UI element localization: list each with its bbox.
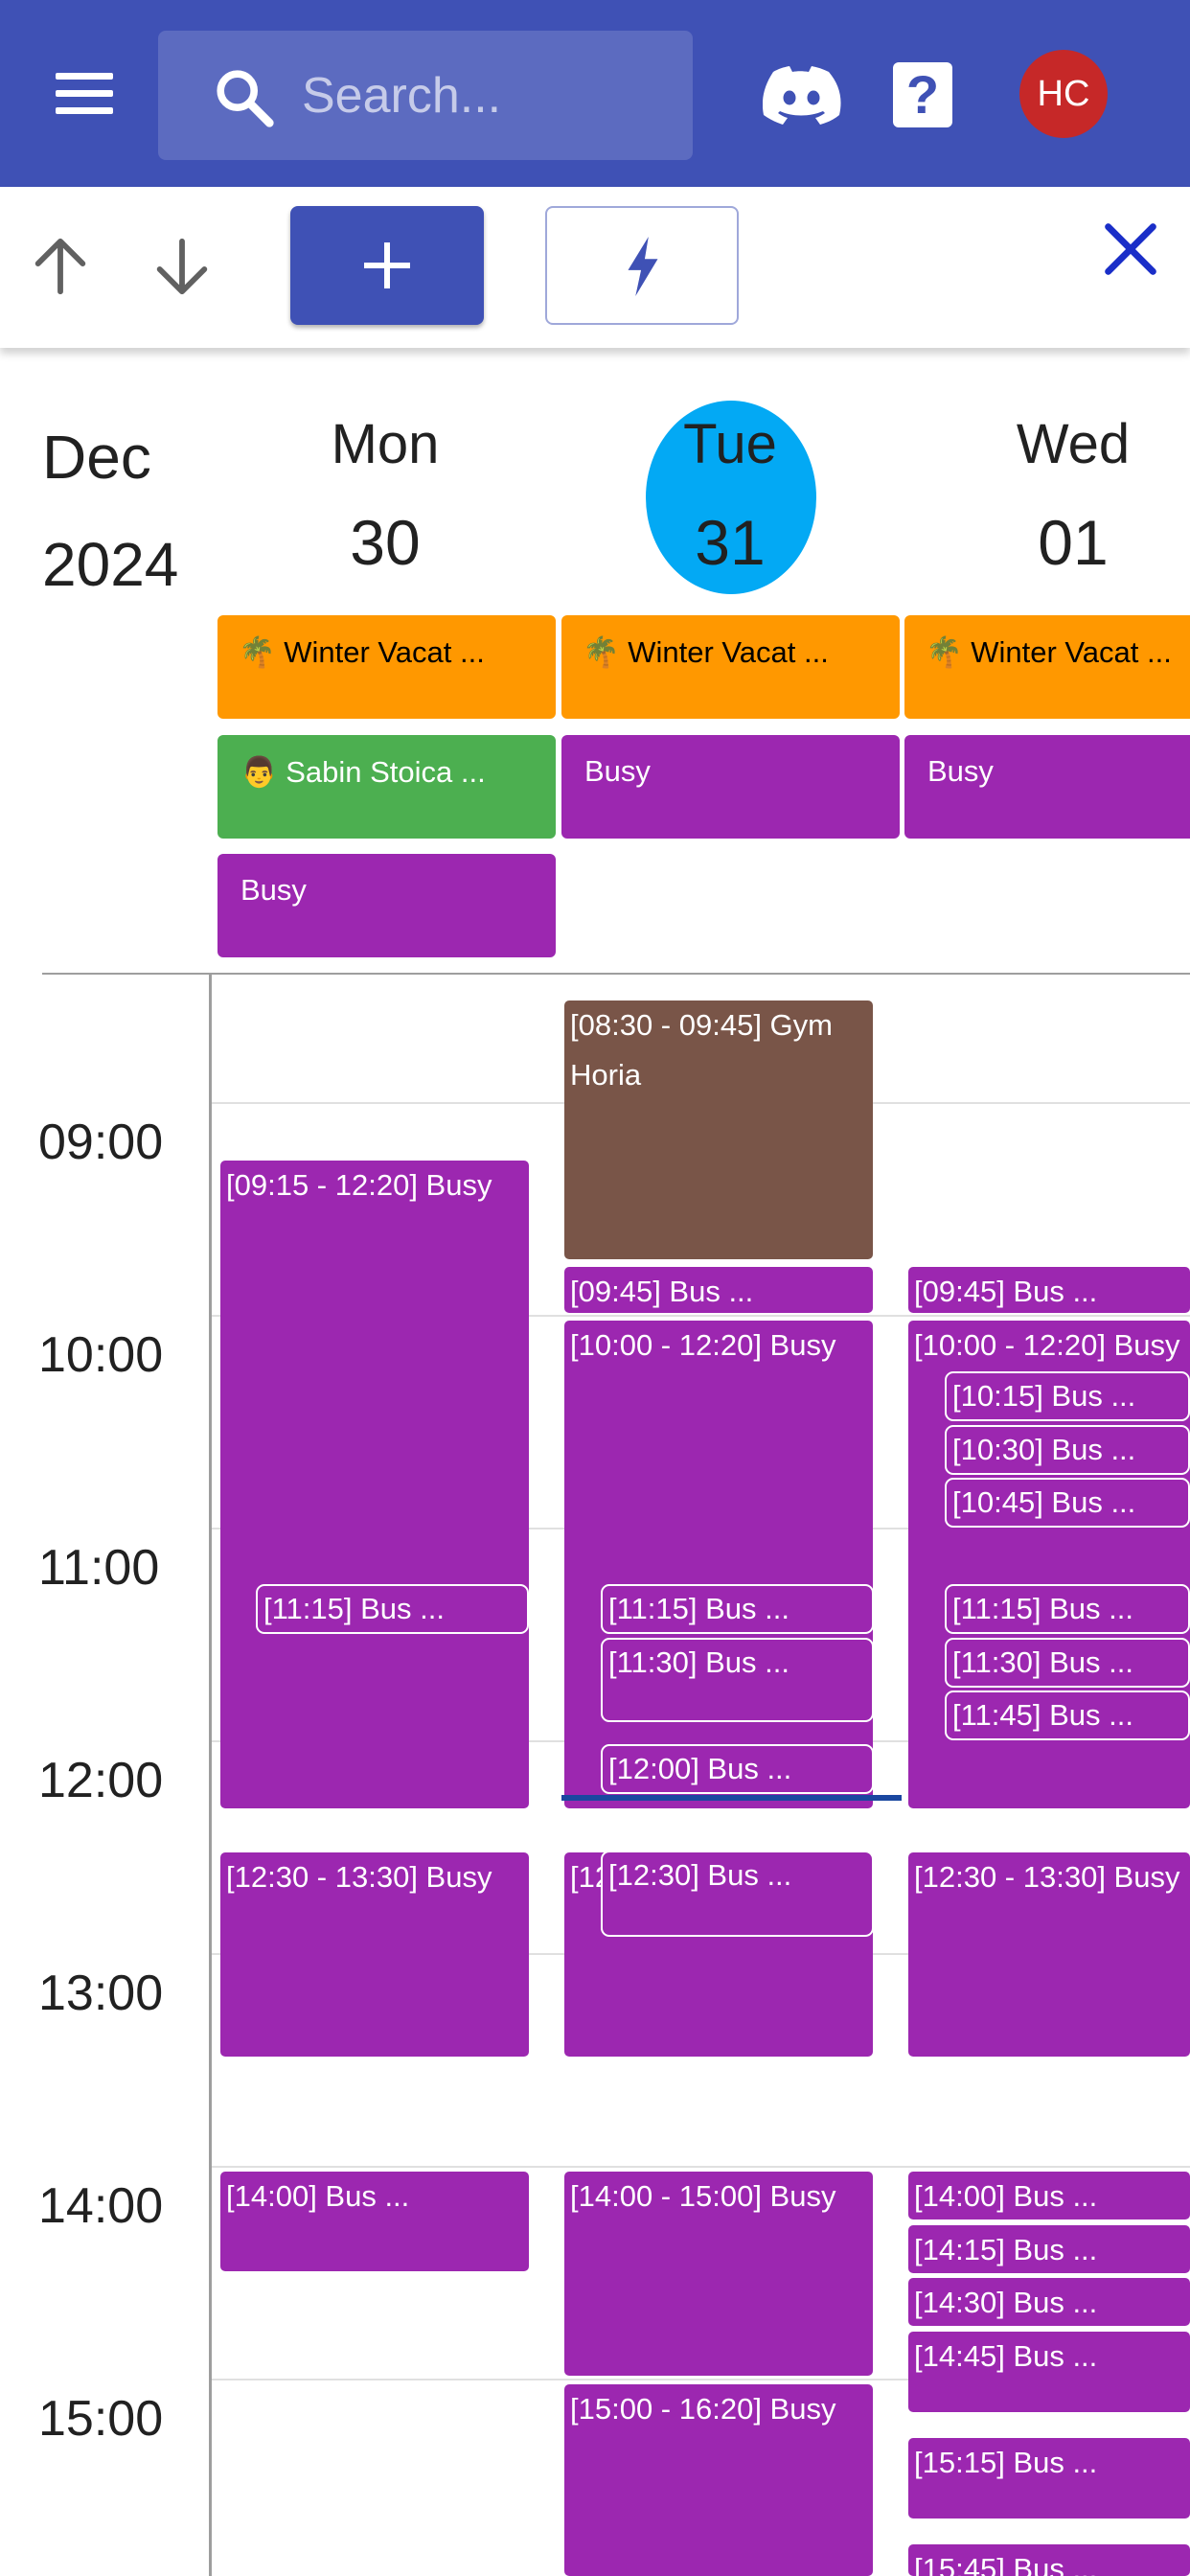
event[interactable]: [08:30 - 09:45] Gym Horia [564,1000,873,1259]
event[interactable]: [11:15] Bus ... [601,1584,874,1634]
close-icon[interactable] [1097,216,1164,283]
event[interactable]: [11:15] Bus ... [945,1584,1190,1634]
event[interactable]: [14:00] Bus ... [908,2172,1190,2220]
month-label: Dec [42,423,151,492]
hour-label: 15:00 [38,2391,164,2447]
all-day-event[interactable]: Busy [904,735,1190,839]
app-bar: ? HC [0,0,1190,187]
event[interactable]: [11:30] Bus ... [601,1638,874,1722]
event[interactable]: [10:45] Bus ... [945,1478,1190,1528]
toolbar [0,187,1190,348]
all-day-event[interactable]: 🌴 Winter Vacat ... [217,615,556,719]
search-box[interactable] [158,31,693,160]
event[interactable]: [14:45] Bus ... [908,2332,1190,2412]
help-icon[interactable]: ? [893,62,952,127]
all-day-event[interactable]: 🌴 Winter Vacat ... [561,615,900,719]
hour-label: 11:00 [38,1540,160,1596]
event[interactable]: [15:15] Bus ... [908,2438,1190,2518]
arrow-down-icon[interactable] [149,233,216,300]
hour-label: 14:00 [38,2178,164,2234]
hour-label: 10:00 [38,1327,164,1383]
event[interactable]: [10:00 - 12:20] Busy [564,1321,873,1808]
day-number-tue[interactable]: 31 [634,506,826,579]
event[interactable]: [11:45] Bus ... [945,1690,1190,1740]
event[interactable]: [12:30 - 13:30] Busy [220,1852,529,2057]
event[interactable]: [10:15] Bus ... [945,1371,1190,1421]
event[interactable]: [09:15 - 12:20] Busy [220,1161,529,1808]
current-time-indicator [561,1795,902,1801]
event[interactable]: [15:45] Bus ... [908,2544,1190,2576]
event[interactable]: [09:45] Bus ... [564,1267,873,1313]
day-name-wed[interactable]: Wed [977,412,1169,476]
lightning-icon [628,237,658,296]
hour-label: 09:00 [38,1115,164,1170]
event[interactable]: [14:00] Bus ... [220,2172,529,2271]
day-name-mon[interactable]: Mon [289,412,481,476]
event[interactable]: [14:30] Bus ... [908,2278,1190,2326]
header-divider [42,973,1190,975]
time-axis [209,975,212,2576]
hour-label: 13:00 [38,1966,164,2021]
event[interactable]: [09:45] Bus ... [908,1267,1190,1313]
arrow-up-icon[interactable] [27,233,94,300]
all-day-event[interactable]: Busy [217,854,556,957]
menu-icon[interactable] [48,58,121,130]
avatar[interactable]: HC [1019,50,1108,138]
event[interactable]: [12:00] Bus ... [601,1744,874,1794]
day-number-wed[interactable]: 01 [977,506,1169,579]
day-name-tue[interactable]: Tue [634,412,826,476]
event[interactable]: [11:30] Bus ... [945,1638,1190,1688]
event[interactable]: [14:15] Bus ... [908,2225,1190,2273]
event[interactable]: [15:00 - 16:20] Busy [564,2384,873,2576]
search-icon [217,70,274,127]
all-day-event[interactable]: Busy [561,735,900,839]
discord-icon[interactable] [763,59,841,132]
day-number-mon[interactable]: 30 [289,506,481,579]
all-day-event[interactable]: 🌴 Winter Vacat ... [904,615,1190,719]
quick-add-button[interactable] [545,206,739,325]
event[interactable]: [10:30] Bus ... [945,1425,1190,1475]
event[interactable]: [12:30 - 13:30] Busy [908,1852,1190,2057]
hour-label: 12:00 [38,1753,164,1808]
search-input[interactable] [302,50,666,141]
event[interactable]: [11:15] Bus ... [256,1584,529,1634]
hour-line [212,2166,1190,2168]
year-label: 2024 [42,530,179,599]
add-event-button[interactable] [290,206,484,325]
event[interactable]: [12:30] Bus ... [601,1851,874,1937]
all-day-event[interactable]: 👨 Sabin Stoica ... [217,735,556,839]
event[interactable]: [14:00 - 15:00] Busy [564,2172,873,2376]
